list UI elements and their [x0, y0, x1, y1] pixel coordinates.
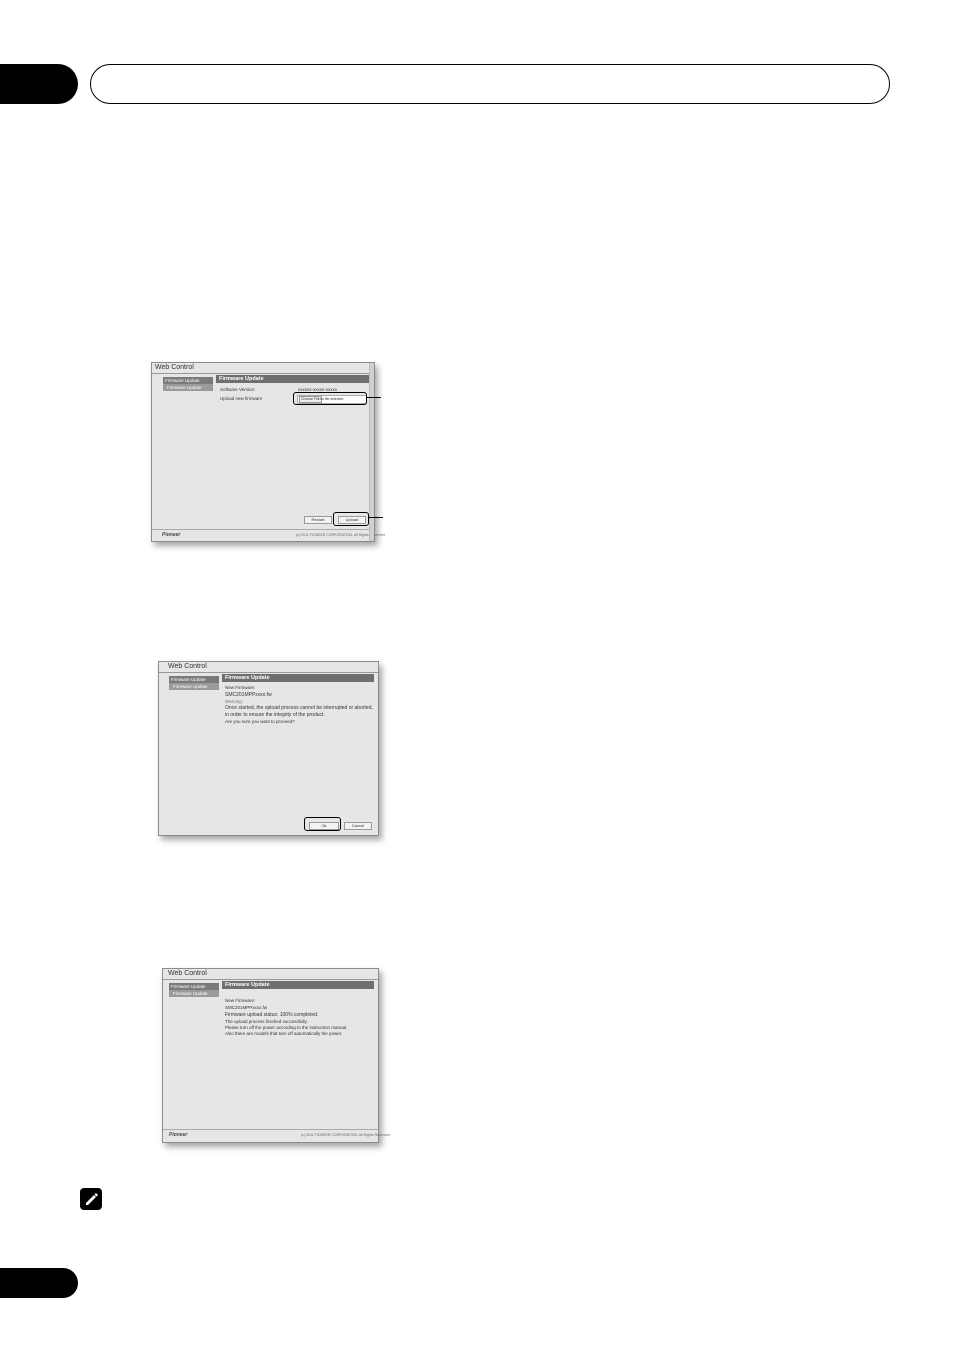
main-header: Firmware Update	[222, 674, 374, 682]
warning-line-2: in order to ensure the integrity of the …	[225, 712, 325, 718]
callout-line-1	[367, 397, 381, 398]
main-header: Firmware Update	[222, 981, 374, 989]
window-title: Web Control	[155, 364, 194, 371]
sidebar-header: Firmware Update	[169, 676, 219, 683]
sidebar-header: Firmware Update	[169, 983, 219, 990]
pioneer-logo: Pioneer	[169, 1132, 188, 1138]
title-divider	[152, 373, 374, 374]
new-firmware-value: SMC201MPPxxxx.fw	[225, 692, 272, 698]
copyright-text: (c) 2011 PIONEER CORPORATION. All Rights…	[301, 1133, 391, 1137]
footer-divider	[152, 529, 374, 530]
new-firmware-value: SMC201MPPxxxx.fw	[225, 1005, 268, 1010]
footer-divider	[163, 1129, 378, 1130]
screenshot-firmware-complete: Web Control Firmware Update Firmware Upd…	[162, 968, 391, 1143]
main-header: Firmware Update	[216, 375, 370, 383]
new-firmware-label: New Firmware:	[225, 685, 256, 690]
choose-file-highlight	[293, 392, 367, 405]
title-divider	[163, 979, 378, 980]
chapter-tab	[0, 64, 78, 104]
scrollbar[interactable]	[369, 363, 374, 541]
pencil-note-icon	[80, 1188, 102, 1210]
software-version-label: Software Version:	[220, 387, 256, 392]
page-number-tab	[0, 1268, 78, 1298]
sidebar-item-firmware-update[interactable]: Firmware Update	[163, 384, 213, 391]
upload-button-highlight	[333, 512, 369, 526]
sidebar-item-firmware-update[interactable]: Firmware Update	[169, 683, 219, 690]
window-title: Web Control	[168, 663, 207, 670]
header-bar	[90, 64, 890, 104]
window-title: Web Control	[168, 970, 207, 977]
sidebar-item-firmware-update[interactable]: Firmware Update	[169, 990, 219, 997]
pioneer-logo: Pioneer	[162, 532, 181, 538]
restart-button[interactable]: Restart	[304, 516, 332, 524]
ok-button-highlight	[304, 817, 341, 831]
warning-line-1: Once started, the upload process cannot …	[225, 705, 373, 711]
screenshot-firmware-confirm: Web Control Firmware Update Firmware Upd…	[158, 661, 379, 836]
warning-label: Warning:	[225, 699, 243, 704]
callout-line-2	[369, 517, 383, 518]
status-line-3: Also there are models that turn off auto…	[225, 1031, 343, 1036]
upload-status: Firmware upload status: 100% completed.	[225, 1012, 319, 1018]
upload-firmware-label: Upload new firmware	[220, 396, 263, 401]
title-divider	[159, 672, 378, 673]
status-line-1: The upload process finished successfully…	[225, 1019, 308, 1024]
status-line-2: Please turn off the power according to t…	[225, 1025, 348, 1030]
confirm-question: Are you sure you want to proceed?	[225, 719, 295, 724]
new-firmware-label: New Firmware:	[225, 998, 256, 1003]
cancel-button[interactable]: Cancel	[344, 822, 372, 830]
sidebar-header: Firmware Update	[163, 377, 213, 384]
